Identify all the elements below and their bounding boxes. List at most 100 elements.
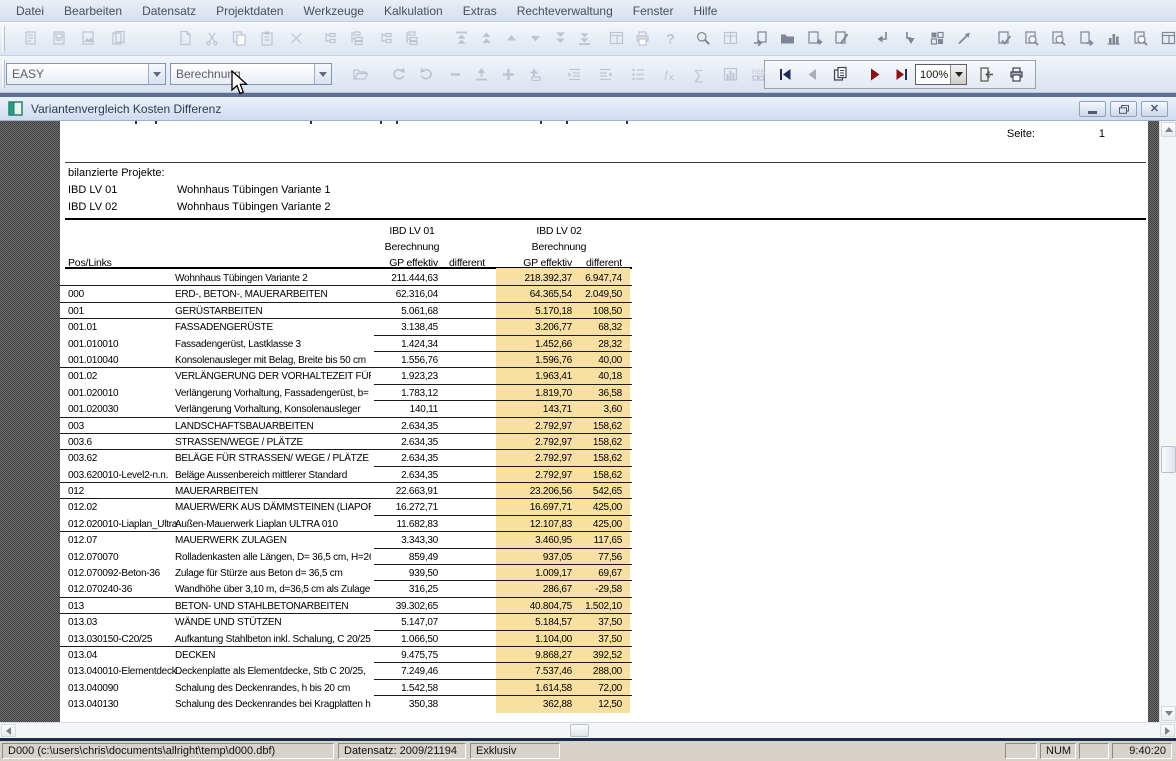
menu-item-extras[interactable]: Extras: [453, 2, 507, 20]
cell-lv01-gp: 16.272,71: [340, 500, 438, 516]
statistics-icon[interactable]: [1105, 30, 1123, 48]
edit-document-icon[interactable]: [833, 30, 851, 48]
goto-icon[interactable]: [956, 30, 974, 48]
menu-item-datei[interactable]: Datei: [6, 2, 54, 20]
tile-windows-icon[interactable]: [929, 30, 947, 48]
nav-play-icon[interactable]: [866, 66, 884, 84]
status-clock: 9:40:20: [1112, 743, 1172, 759]
svg-text:?: ?: [666, 31, 675, 47]
indent-level-icon: [404, 30, 422, 48]
cell-lv01-gp: 3.138,45: [340, 320, 438, 336]
project-code: IBD LV 02: [68, 201, 117, 213]
cell-different: 108,50: [572, 304, 622, 320]
cell-pos: 013.040090: [68, 681, 118, 697]
menu-item-rechteverwaltung[interactable]: Rechteverwaltung: [507, 2, 623, 20]
toolbar-main: ?: [0, 22, 1176, 56]
menu-item-hilfe[interactable]: Hilfe: [683, 2, 727, 20]
chevron-down-icon[interactable]: [950, 65, 966, 84]
cell-pos: 001: [68, 304, 84, 320]
cell-lv01-gp: 1.066,50: [340, 632, 438, 648]
vertical-scroll-thumb[interactable]: [1161, 446, 1176, 473]
cell-lv02-gp: 143,71: [496, 402, 572, 418]
chevron-down-icon[interactable]: [148, 64, 165, 84]
move-up-fast-icon: [478, 30, 496, 48]
mode-combobox[interactable]: Berechnung: [170, 63, 332, 85]
preview-document2-icon[interactable]: [1050, 30, 1068, 48]
move-first-icon: [453, 30, 471, 48]
table-row: 012.070070Rolladenkasten alle Längen, D=…: [60, 549, 632, 565]
branch-back-icon[interactable]: [875, 30, 893, 48]
cell-lv02-gp: 1.104,00: [496, 632, 572, 648]
insert-level-icon: [322, 30, 340, 48]
menu-item-kalkulation[interactable]: Kalkulation: [374, 2, 453, 20]
cell-lv02-gp: 2.792,97: [496, 419, 572, 435]
project-folder-icon[interactable]: [779, 30, 797, 48]
status-num-lock: NUM: [1040, 743, 1076, 759]
delete-icon: [288, 30, 306, 48]
cell-lv02-gp: 5.170,18: [496, 304, 572, 320]
table-body: Wohnhaus Tübingen Variante 2211.444,6321…: [60, 270, 632, 713]
scroll-left-button[interactable]: [1, 724, 16, 737]
toolbar-grip: [2, 60, 5, 88]
col-sub-lv02: Berechnung: [499, 241, 619, 253]
zoom-combobox[interactable]: 100%: [915, 64, 967, 85]
sum-icon: ∑: [690, 66, 708, 84]
restore-button[interactable]: [1110, 101, 1137, 117]
scroll-right-button[interactable]: [1160, 724, 1175, 737]
close-button[interactable]: ✕: [1141, 101, 1168, 117]
table-row: 001.020030Verlängerung Vorhaltung, Konso…: [60, 401, 632, 417]
cell-different: 425,00: [572, 517, 622, 533]
nav-last-icon[interactable]: [893, 66, 911, 84]
outdent-level-icon: [378, 30, 396, 48]
chart-icon: [722, 66, 740, 84]
exit-icon[interactable]: [978, 66, 996, 84]
cell-lv02-gp: 362,88: [496, 697, 572, 713]
view-combobox[interactable]: EASY: [6, 63, 166, 85]
cell-different: 3,60: [572, 402, 622, 418]
menu-item-fenster[interactable]: Fenster: [623, 2, 684, 20]
cell-pos: 013.030150-C20/25: [68, 632, 152, 648]
indent-left-icon: [597, 66, 615, 84]
search-icon[interactable]: [695, 30, 713, 48]
horizontal-scroll-thumb[interactable]: [570, 724, 589, 737]
nav-first-icon[interactable]: [777, 66, 795, 84]
preview-document3-icon[interactable]: [1132, 30, 1150, 48]
menu-item-projektdaten[interactable]: Projektdaten: [206, 2, 293, 20]
cell-lv01-gp: 1.783,12: [340, 386, 438, 402]
preview-document-icon[interactable]: [1023, 30, 1041, 48]
report-preview-icon: [22, 30, 40, 48]
cell-lv01-gp: 11.682,83: [340, 517, 438, 533]
table-row: 012MAUERARBEITEN22.663,9123.206,56542,65: [60, 483, 632, 499]
chevron-down-icon[interactable]: [314, 64, 331, 84]
document-title: Variantenvergleich Kosten Differenz: [31, 102, 221, 116]
list-icon: [630, 66, 648, 84]
status-file-path: D000 (c:\users\chris\documents\allright\…: [2, 743, 334, 759]
scroll-down-button[interactable]: [1161, 706, 1176, 721]
layout-columns-icon: [722, 30, 740, 48]
report-page: Seite: 1 bilanzierte Projekte: IBD LV 01…: [60, 121, 1148, 722]
print-report-icon[interactable]: [1008, 66, 1026, 84]
vertical-scrollbar[interactable]: [1159, 121, 1176, 722]
window-document-icon[interactable]: [1160, 30, 1176, 48]
add-document-icon[interactable]: [806, 30, 824, 48]
cell-different: 117,65: [572, 533, 622, 549]
horizontal-scrollbar[interactable]: [0, 722, 1176, 738]
nav-prev-icon[interactable]: [804, 66, 822, 84]
table-row: Wohnhaus Tübingen Variante 2211.444,6321…: [60, 270, 632, 286]
menu-item-bearbeiten[interactable]: Bearbeiten: [54, 2, 132, 20]
menu-item-werkzeuge[interactable]: Werkzeuge: [293, 2, 373, 20]
menu-item-datensatz[interactable]: Datensatz: [132, 2, 206, 20]
forward-document-icon[interactable]: [1078, 30, 1096, 48]
report-window-icon: [608, 30, 626, 48]
pages-icon[interactable]: [832, 66, 850, 84]
cell-lv01-gp: 39.302,65: [340, 599, 438, 615]
branch-down-icon[interactable]: [902, 30, 920, 48]
cell-pos: 001.01: [68, 320, 97, 336]
minimize-button[interactable]: [1079, 101, 1106, 117]
paste-icon: [259, 30, 277, 48]
check-document-icon[interactable]: [996, 30, 1014, 48]
view-combobox-value: EASY: [7, 67, 148, 81]
import-icon[interactable]: [752, 30, 770, 48]
cell-pos: 003.620010-Level2-n.n.: [68, 468, 168, 484]
scroll-up-button[interactable]: [1161, 122, 1176, 137]
